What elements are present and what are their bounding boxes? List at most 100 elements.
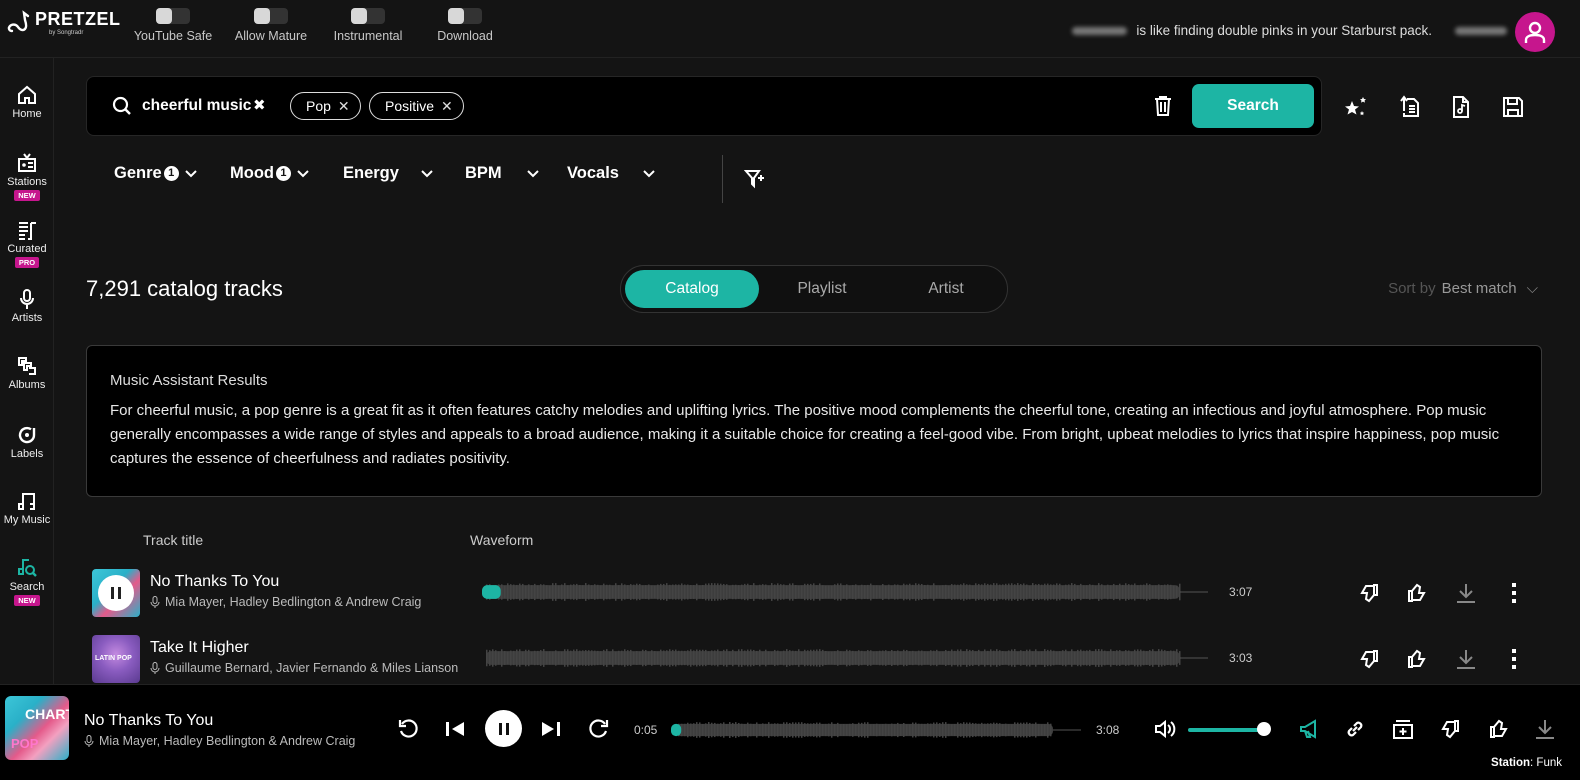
toggle-switch[interactable] (448, 8, 482, 24)
waveform-bar (573, 649, 575, 667)
next-track-button[interactable] (539, 717, 563, 741)
toggle-allow-mature[interactable]: Allow Mature (226, 8, 316, 43)
track-artists[interactable]: Mia Mayer, Hadley Bedlington & Andrew Cr… (150, 595, 421, 609)
rewind-button[interactable] (396, 717, 420, 741)
sort-dropdown[interactable]: Sort by Best match ⌵ (1388, 280, 1538, 297)
track-row[interactable]: No Thanks To You Mia Mayer, Hadley Bedli… (92, 569, 1542, 619)
waveform-bar (1107, 651, 1109, 665)
toggle-youtube-safe[interactable]: YouTube Safe (128, 8, 218, 43)
filter-chip-positive[interactable]: Positive ✕ (369, 92, 464, 120)
track-title[interactable]: No Thanks To You (150, 573, 279, 591)
waveform-bar (618, 585, 620, 599)
trash-icon[interactable] (1153, 95, 1173, 117)
like-button[interactable] (1486, 718, 1510, 740)
waveform-bar (942, 585, 944, 599)
announce-button[interactable] (1297, 718, 1321, 740)
add-to-playlist-button[interactable] (1391, 718, 1415, 740)
waveform-bar (492, 649, 494, 667)
waveform-bar (699, 649, 701, 667)
toggle-switch[interactable] (156, 8, 190, 24)
waveform-bar (1146, 651, 1148, 665)
play-pause-button[interactable] (485, 710, 522, 747)
sidebar-item-labels[interactable]: Labels (0, 424, 54, 460)
download-button[interactable] (1454, 647, 1478, 671)
waveform-bar (552, 583, 554, 601)
sidebar-item-stations[interactable]: Stations NEW (0, 152, 54, 201)
dislike-button[interactable] (1358, 647, 1382, 671)
waveform-bar (606, 649, 608, 667)
save-button[interactable] (1500, 94, 1526, 120)
toggle-switch[interactable] (254, 8, 288, 24)
volume-slider[interactable] (1188, 728, 1264, 732)
pause-button[interactable] (98, 575, 134, 611)
filter-bpm[interactable]: BPM (465, 164, 539, 183)
track-waveform[interactable] (476, 583, 1210, 601)
waveform-bar (873, 585, 875, 599)
waveform-bar (1080, 583, 1082, 601)
upload-list-button[interactable] (1396, 94, 1422, 120)
remove-chip-icon[interactable]: ✕ (338, 98, 350, 115)
more-options-button[interactable] (1502, 647, 1526, 671)
tab-artist[interactable]: Artist (879, 270, 1013, 308)
pretzel-logo[interactable]: PRETZEL by Songtradr (6, 9, 121, 36)
track-waveform[interactable] (476, 649, 1210, 667)
waveform-bar (795, 650, 797, 666)
waveform-bar (849, 723, 851, 737)
sidebar-item-albums[interactable]: Albums (0, 355, 54, 391)
sidebar-item-curated[interactable]: Curated PRO (0, 219, 54, 268)
user-avatar[interactable] (1515, 12, 1555, 52)
filter-genre[interactable]: Genre 1 (114, 164, 197, 183)
player-waveform-seekbar[interactable] (665, 722, 1083, 738)
filter-mood[interactable]: Mood 1 (230, 164, 309, 183)
toggle-download[interactable]: Download (420, 8, 510, 43)
tagline: is like finding double pinks in your Sta… (1136, 23, 1432, 38)
track-duration: 3:03 (1229, 651, 1253, 665)
waveform-bar (855, 584, 857, 600)
previous-track-button[interactable] (443, 717, 467, 741)
tab-playlist[interactable]: Playlist (755, 270, 889, 308)
waveform-bar (546, 651, 548, 665)
sidebar-item-artists[interactable]: Artists (0, 288, 54, 324)
like-button[interactable] (1404, 581, 1428, 605)
download-button[interactable] (1533, 718, 1557, 740)
filter-vocals[interactable]: Vocals (567, 164, 655, 183)
download-button[interactable] (1454, 581, 1478, 605)
dislike-button[interactable] (1439, 718, 1463, 740)
waveform-bar (708, 722, 710, 738)
add-filter-icon[interactable] (744, 168, 766, 190)
track-cover[interactable] (92, 569, 140, 617)
search-input[interactable]: cheerful music (142, 97, 251, 115)
remove-chip-icon[interactable]: ✕ (441, 98, 453, 115)
sidebar-item-home[interactable]: Home (0, 84, 54, 120)
track-artists[interactable]: Guillaume Bernard, Javier Fernando & Mil… (150, 661, 458, 675)
clear-query-icon[interactable]: ✖ (253, 96, 266, 114)
waveform-bar (738, 722, 740, 738)
waveform-bar (657, 584, 659, 600)
now-playing-title[interactable]: No Thanks To You (84, 712, 213, 730)
filter-chip-pop[interactable]: Pop ✕ (290, 92, 361, 120)
volume-slider-handle[interactable] (1257, 722, 1271, 736)
more-options-button[interactable] (1502, 581, 1526, 605)
now-playing-artists[interactable]: Mia Mayer, Hadley Bedlington & Andrew Cr… (84, 734, 355, 748)
track-title[interactable]: Take It Higher (150, 639, 249, 657)
now-playing-cover[interactable]: CHART POP (5, 696, 69, 760)
sidebar-item-my-music[interactable]: My Music (0, 490, 54, 526)
waveform-bar (582, 650, 584, 666)
filter-energy[interactable]: Energy (343, 164, 433, 183)
track-cover[interactable]: LATIN POP (92, 635, 140, 683)
waveform-bar (654, 585, 656, 599)
like-button[interactable] (1404, 647, 1428, 671)
copy-link-button[interactable] (1343, 718, 1367, 740)
music-file-button[interactable] (1448, 94, 1474, 120)
search-button[interactable]: Search (1192, 84, 1314, 128)
sidebar-item-search[interactable]: Search NEW (0, 557, 54, 606)
toggle-instrumental[interactable]: Instrumental (323, 8, 413, 43)
dislike-button[interactable] (1358, 581, 1382, 605)
toggle-switch[interactable] (351, 8, 385, 24)
tab-catalog[interactable]: Catalog (625, 270, 759, 308)
volume-button[interactable] (1153, 718, 1177, 740)
waveform-bar (654, 651, 656, 665)
forward-button[interactable] (587, 717, 611, 741)
ai-stars-button[interactable] (1343, 94, 1369, 120)
track-row[interactable]: LATIN POP Take It Higher Guillaume Berna… (92, 635, 1542, 685)
